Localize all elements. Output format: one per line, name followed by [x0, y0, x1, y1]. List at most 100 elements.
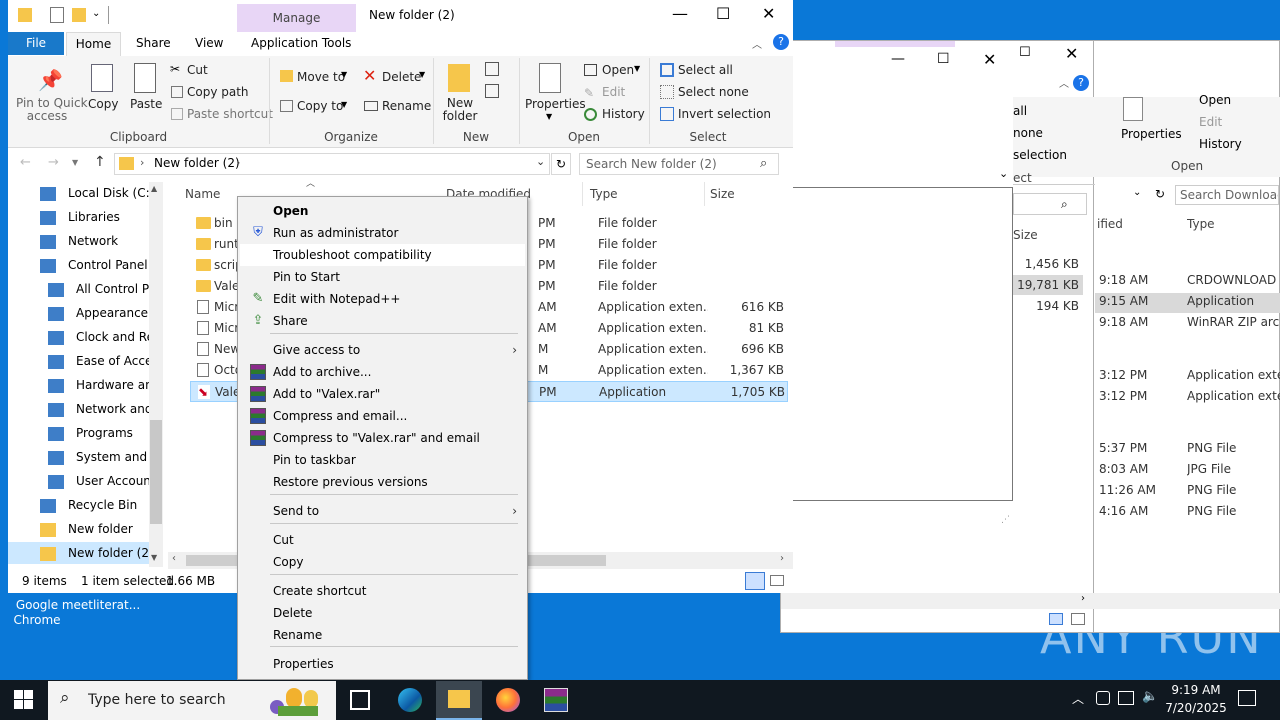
- sidebar-item[interactable]: Programs: [76, 426, 149, 440]
- close-icon[interactable]: ✕: [762, 4, 775, 23]
- menu-item[interactable]: Open: [240, 200, 525, 222]
- delete-button[interactable]: Delete: [382, 70, 421, 84]
- sidebar-item[interactable]: System and Sec: [76, 450, 149, 464]
- menu-item[interactable]: ✎ Edit with Notepad++: [240, 288, 525, 310]
- history-button[interactable]: History: [602, 107, 645, 121]
- menu-item[interactable]: Create shortcut: [240, 580, 525, 602]
- chevron-down-icon[interactable]: ⌄: [1133, 187, 1141, 198]
- resize-grip-icon[interactable]: ⋰: [1001, 515, 1010, 525]
- menu-item[interactable]: ⛨ Run as administrator: [240, 222, 525, 244]
- menu-item[interactable]: ⇪ Share: [240, 310, 525, 332]
- properties-button[interactable]: Properties: [525, 97, 586, 111]
- search-box[interactable]: [1013, 193, 1087, 215]
- menu-item[interactable]: Give access to ›: [240, 339, 525, 361]
- winrar-icon[interactable]: [544, 688, 568, 712]
- ribbon-select-all[interactable]: all: [1013, 104, 1027, 118]
- chevron-down-icon[interactable]: ⌄: [999, 167, 1008, 180]
- new-folder-button[interactable]: New folder: [438, 97, 482, 123]
- desktop-icon-meetliterat[interactable]: meetliterat...: [46, 598, 156, 613]
- minimize-icon[interactable]: —: [672, 4, 688, 23]
- menu-item[interactable]: Add to archive...: [240, 361, 525, 383]
- open-button[interactable]: Open: [602, 63, 634, 77]
- properties-quick-icon[interactable]: [50, 7, 64, 23]
- help-icon[interactable]: ?: [773, 34, 789, 50]
- refresh-icon[interactable]: ↻: [551, 153, 571, 175]
- select-none-button[interactable]: Select none: [678, 85, 749, 99]
- copy-button[interactable]: Copy: [88, 97, 118, 111]
- close-icon[interactable]: ✕: [1065, 44, 1078, 63]
- sidebar-item[interactable]: Network and Ir: [76, 402, 149, 416]
- background-explorer-window[interactable]: — ☐ ✕ ☐ ✕ ︿ ? all none selection ect ⌄ ⌕…: [780, 40, 1095, 633]
- cut-button[interactable]: Cut: [187, 63, 208, 77]
- manage-tab[interactable]: Manage: [237, 11, 356, 25]
- tab-home[interactable]: Home: [66, 32, 121, 57]
- h-scrollbar[interactable]: [1095, 593, 1280, 609]
- search-icon[interactable]: ⌕: [760, 156, 767, 171]
- header-modified[interactable]: ified: [1097, 217, 1123, 231]
- menu-item[interactable]: Pin to taskbar: [240, 449, 525, 471]
- menu-item[interactable]: Delete: [240, 602, 525, 624]
- sidebar-item[interactable]: Recycle Bin: [68, 498, 149, 512]
- sidebar-item[interactable]: New folder: [68, 522, 149, 536]
- menu-item[interactable]: Add to "Valex.rar": [240, 383, 525, 405]
- select-all-button[interactable]: Select all: [678, 63, 733, 77]
- maximize-icon[interactable]: ☐: [1019, 45, 1031, 60]
- network-icon[interactable]: [1118, 691, 1134, 705]
- sidebar-item[interactable]: New folder (2): [68, 546, 149, 560]
- scroll-left-icon[interactable]: ‹: [172, 553, 176, 564]
- column-header-type[interactable]: Type: [590, 187, 618, 201]
- downloads-search[interactable]: Search Downloads: [1175, 185, 1279, 205]
- close-icon[interactable]: ✕: [983, 50, 996, 69]
- column-header-size[interactable]: Size: [710, 187, 735, 201]
- notification-icon[interactable]: [1238, 690, 1256, 706]
- ribbon-history[interactable]: History: [1199, 137, 1242, 151]
- menu-item[interactable]: Compress to "Valex.rar" and email: [240, 427, 525, 449]
- menu-item[interactable]: Properties: [240, 653, 525, 675]
- menu-item[interactable]: Troubleshoot compatibility: [240, 244, 525, 266]
- sidebar-item[interactable]: All Control Par: [76, 282, 149, 296]
- pin-to-quick-access-button[interactable]: Pin to Quick access: [16, 97, 88, 123]
- chevron-right-icon[interactable]: ›: [236, 156, 240, 169]
- menu-item[interactable]: Restore previous versions: [240, 471, 525, 493]
- new-item-icon[interactable]: [485, 62, 499, 76]
- breadcrumb[interactable]: New folder (2): [154, 156, 240, 170]
- sidebar-item[interactable]: Appearance an: [76, 306, 149, 320]
- up-icon[interactable]: ↑: [94, 154, 106, 170]
- paste-shortcut-button[interactable]: Paste shortcut: [187, 107, 273, 121]
- tab-view[interactable]: View: [195, 36, 223, 50]
- nav-scrollbar-thumb[interactable]: [150, 420, 162, 524]
- easy-access-icon[interactable]: [485, 84, 499, 98]
- scroll-up-icon[interactable]: ▲: [151, 184, 157, 193]
- menu-item[interactable]: Cut: [240, 529, 525, 551]
- address-bar[interactable]: [1013, 165, 1095, 185]
- sidebar-item[interactable]: Hardware and: [76, 378, 149, 392]
- menu-item[interactable]: Rename: [240, 624, 525, 646]
- context-menu[interactable]: Open ⛨ Run as administrator Troubleshoot co…: [237, 196, 528, 680]
- help-icon[interactable]: ?: [1073, 75, 1089, 91]
- details-view-icon[interactable]: [745, 572, 765, 590]
- scroll-down-icon[interactable]: ▼: [151, 553, 157, 562]
- search-icon[interactable]: ⌕: [1061, 197, 1068, 212]
- clock-date[interactable]: 7/20/2025: [1164, 701, 1228, 715]
- large-icons-view-icon[interactable]: [770, 575, 784, 586]
- menu-item[interactable]: Compress and email...: [240, 405, 525, 427]
- invert-selection-button[interactable]: Invert selection: [678, 107, 771, 121]
- edit-button[interactable]: Edit: [602, 85, 625, 99]
- ribbon-collapse-icon[interactable]: ︿: [1059, 75, 1069, 90]
- column-header-name[interactable]: Name: [185, 187, 220, 201]
- menu-item[interactable]: Send to ›: [240, 500, 525, 522]
- task-view-icon[interactable]: [350, 690, 370, 710]
- move-to-button[interactable]: Move to: [297, 70, 345, 84]
- details-view-icon[interactable]: [1049, 613, 1063, 625]
- minimize-icon[interactable]: —: [891, 51, 905, 67]
- copy-path-button[interactable]: Copy path: [187, 85, 249, 99]
- header-size[interactable]: Size: [1013, 228, 1038, 242]
- sidebar-item[interactable]: Ease of Access: [76, 354, 149, 368]
- copy-to-button[interactable]: Copy to: [297, 99, 343, 113]
- paste-button[interactable]: Paste: [130, 97, 162, 111]
- sidebar-item[interactable]: User Accounts: [76, 474, 149, 488]
- header-type[interactable]: Type: [1187, 217, 1215, 231]
- windows-start-icon[interactable]: [14, 690, 34, 710]
- sidebar-item[interactable]: Control Panel: [68, 258, 149, 272]
- refresh-icon[interactable]: ↻: [1155, 187, 1165, 201]
